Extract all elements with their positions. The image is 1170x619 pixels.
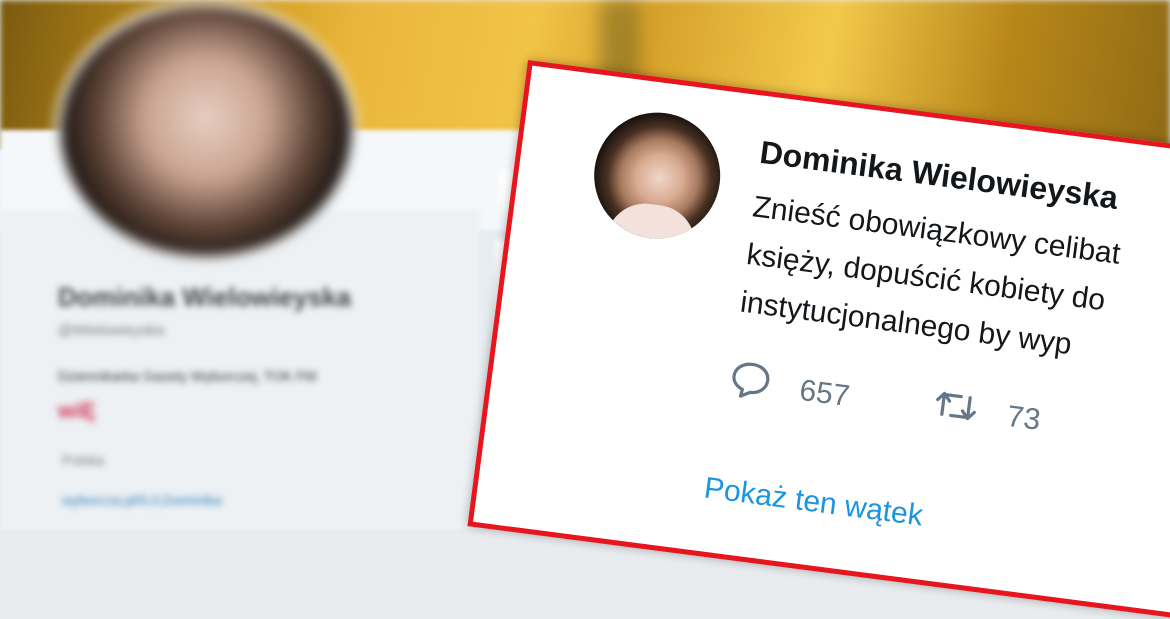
- tweet-card[interactable]: Dominika Wielowieyska Znieść obowiązkowy…: [467, 60, 1170, 619]
- avatar-shirt: [605, 198, 701, 247]
- retweet-button[interactable]: 73: [931, 385, 1043, 442]
- profile-location: Polska: [62, 452, 105, 468]
- profile-handle: @Wielowieyska: [58, 322, 165, 339]
- retweet-arrows-icon: [931, 385, 980, 434]
- retweet-count: 73: [1004, 399, 1043, 437]
- profile-avatar-large: [55, 0, 357, 262]
- profile-link: wyborcza.pl/0,0,Dominika: [62, 492, 222, 508]
- show-thread-link[interactable]: Pokaż ten wątek: [702, 471, 925, 533]
- reply-count: 657: [797, 373, 852, 414]
- profile-name: Dominika Wielowieyska: [58, 282, 352, 312]
- profile-highlight: wiĘ: [58, 398, 96, 423]
- tweet-text: Znieść obowiązkowy celibat księży, dopuś…: [737, 183, 1123, 373]
- tweet-actions: 657 73: [727, 359, 1042, 437]
- speech-bubble-icon: [727, 359, 773, 410]
- reply-button[interactable]: 657: [727, 359, 852, 420]
- profile-bio: Dziennikarka Gazety Wyborczej, TOK FM: [58, 368, 317, 384]
- author-avatar[interactable]: [586, 105, 728, 247]
